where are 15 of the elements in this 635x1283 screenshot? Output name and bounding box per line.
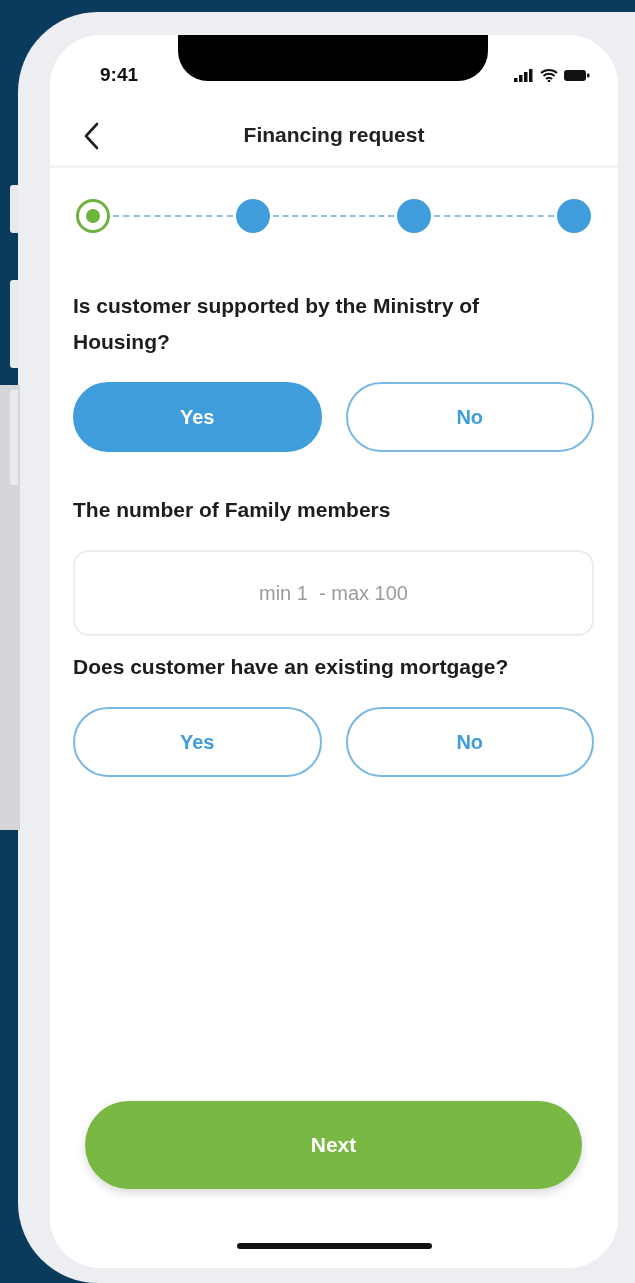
option-button[interactable]: Yes [73, 707, 322, 777]
option-button[interactable]: Yes [73, 382, 322, 452]
battery-icon [564, 68, 590, 82]
next-button[interactable]: Next [85, 1101, 582, 1189]
question-label: Is customer supported by the Ministry of Housing? [73, 293, 481, 355]
question-label: Does customer have an existing mortgage? [73, 654, 510, 680]
option-button[interactable]: No [345, 382, 594, 452]
number-field[interactable]: min 1 - max 100 [73, 550, 594, 636]
status-time: 9:41 [100, 64, 139, 86]
option-button[interactable]: No [345, 707, 594, 777]
wifi-icon [540, 68, 558, 82]
signal-icon [514, 68, 534, 82]
question-label: The number of Family members [73, 497, 392, 523]
chevron-left-icon [83, 122, 99, 150]
screen-title: Financing request [243, 123, 425, 147]
